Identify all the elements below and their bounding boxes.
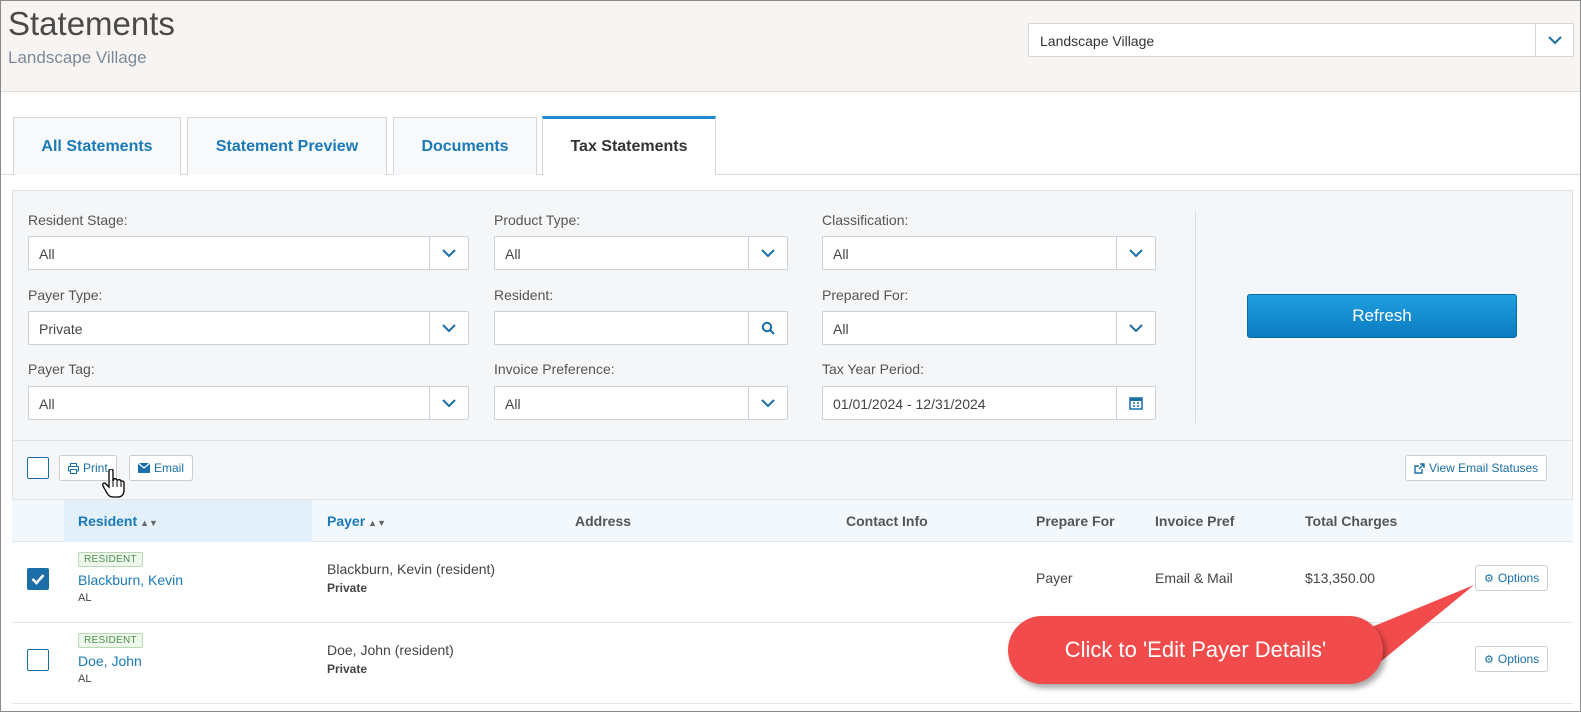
product-type-select[interactable]: All (494, 236, 788, 270)
chevron-down-icon[interactable] (429, 312, 468, 344)
table-toolbar (12, 441, 1573, 499)
tab-statement-preview[interactable]: Statement Preview (187, 117, 387, 175)
resident-state: AL (78, 592, 92, 604)
sort-icon: ▲▼ (368, 518, 386, 528)
email-button[interactable]: Email (129, 455, 194, 481)
community-select[interactable]: Landscape Village (1028, 23, 1574, 57)
prepared-for-label: Prepared For: (822, 287, 909, 303)
column-header-address: Address (575, 513, 632, 529)
resident-name-link[interactable]: Blackburn, Kevin (78, 572, 183, 588)
external-link-icon (1414, 462, 1425, 474)
classification-label: Classification: (822, 212, 909, 228)
gear-icon: ⚙ (1484, 572, 1494, 585)
prepared-for-value: All (833, 321, 849, 337)
invoice-preference-value: All (505, 396, 521, 412)
invoice-preference-label: Invoice Preference: (494, 361, 615, 377)
hand-cursor-icon (102, 469, 125, 498)
search-icon[interactable] (748, 312, 787, 344)
payer-type-value: Private (39, 321, 83, 337)
status-badge: RESIDENT (78, 552, 143, 567)
tax-year-period-value: 01/01/2024 - 12/31/2024 (833, 396, 986, 412)
page-header: Statements Landscape Village Landscape V… (1, 1, 1580, 92)
payer-tag-value: All (39, 396, 55, 412)
page-title: Statements (8, 5, 175, 42)
callout-annotation: Click to 'Edit Payer Details' (1008, 616, 1383, 684)
product-type-label: Product Type: (494, 212, 581, 228)
resident-stage-label: Resident Stage: (28, 212, 128, 228)
prepared-for-select[interactable]: All (822, 311, 1156, 345)
tax-year-period-label: Tax Year Period: (822, 361, 924, 377)
refresh-button[interactable]: Refresh (1247, 294, 1517, 338)
chevron-down-icon[interactable] (748, 387, 787, 419)
resident-state: AL (78, 673, 92, 685)
page-subtitle: Landscape Village (8, 48, 147, 67)
checkmark-icon (31, 574, 45, 585)
payer-tag-select[interactable]: All (28, 386, 469, 420)
invoice-pref-cell: Email & Mail (1155, 570, 1233, 586)
print-icon (68, 462, 79, 474)
column-header-prepare-for: Prepare For (1036, 513, 1115, 529)
envelope-icon (138, 463, 150, 473)
options-label: Options (1497, 571, 1540, 585)
resident-search-input[interactable] (494, 311, 788, 345)
payer-name: Blackburn, Kevin (resident) (327, 561, 496, 577)
resident-search-label: Resident: (494, 287, 554, 303)
chevron-down-icon[interactable] (748, 237, 787, 269)
view-email-statuses-label: View Email Statuses (1429, 461, 1539, 475)
column-header-invoice-pref: Invoice Pref (1155, 513, 1235, 529)
tax-year-period-input[interactable]: 01/01/2024 - 12/31/2024 (822, 386, 1156, 420)
payer-name: Doe, John (resident) (327, 642, 454, 658)
column-header-total-charges: Total Charges (1305, 513, 1398, 529)
tab-tax-statements[interactable]: Tax Statements (542, 116, 716, 175)
options-button[interactable]: ⚙ Options (1475, 646, 1549, 672)
gear-icon: ⚙ (1484, 653, 1494, 666)
classification-select[interactable]: All (822, 236, 1156, 270)
column-header-resident-label: Resident (78, 513, 138, 529)
payer-type: Private (327, 581, 368, 595)
product-type-value: All (505, 246, 521, 262)
prepare-for-cell: Payer (1036, 570, 1073, 586)
filter-divider (1195, 211, 1196, 423)
select-all-checkbox[interactable] (27, 457, 49, 479)
column-header-payer[interactable]: Payer ▲▼ (327, 513, 386, 529)
row-checkbox[interactable] (27, 568, 49, 590)
column-header-contact-info: Contact Info (846, 513, 928, 529)
community-select-value: Landscape Village (1040, 33, 1155, 49)
total-charges-cell: $13,350.00 (1305, 570, 1376, 586)
chevron-down-icon[interactable] (429, 387, 468, 419)
sort-icon: ▲▼ (140, 518, 158, 528)
classification-value: All (833, 246, 849, 262)
resident-stage-value: All (39, 246, 55, 262)
table-row: RESIDENT Blackburn, Kevin AL Blackburn, … (12, 542, 1573, 623)
payer-type-label: Payer Type: (28, 287, 103, 303)
payer-type-select[interactable]: Private (28, 311, 469, 345)
tab-all-statements[interactable]: All Statements (13, 117, 181, 175)
tab-bar: All Statements Statement Preview Documen… (1, 92, 1580, 175)
chevron-down-icon[interactable] (1535, 24, 1573, 56)
resident-stage-select[interactable]: All (28, 236, 469, 270)
row-checkbox[interactable] (27, 649, 49, 671)
column-header-resident[interactable]: Resident ▲▼ (78, 513, 158, 529)
options-button[interactable]: ⚙ Options (1475, 565, 1549, 591)
resident-name-link[interactable]: Doe, John (78, 653, 142, 669)
table-header: Resident ▲▼ Payer ▲▼ Address Contact Info … (12, 499, 1573, 542)
status-badge: RESIDENT (78, 633, 143, 648)
tab-documents[interactable]: Documents (393, 117, 537, 175)
payer-type: Private (327, 662, 368, 676)
view-email-statuses-button[interactable]: View Email Statuses (1405, 455, 1548, 481)
chevron-down-icon[interactable] (1116, 237, 1155, 269)
calendar-icon[interactable] (1116, 387, 1155, 419)
chevron-down-icon[interactable] (429, 237, 468, 269)
chevron-down-icon[interactable] (1116, 312, 1155, 344)
payer-tag-label: Payer Tag: (28, 361, 95, 377)
column-header-payer-label: Payer (327, 513, 366, 529)
invoice-preference-select[interactable]: All (494, 386, 788, 420)
email-label: Email (154, 461, 185, 475)
options-label: Options (1497, 652, 1540, 666)
